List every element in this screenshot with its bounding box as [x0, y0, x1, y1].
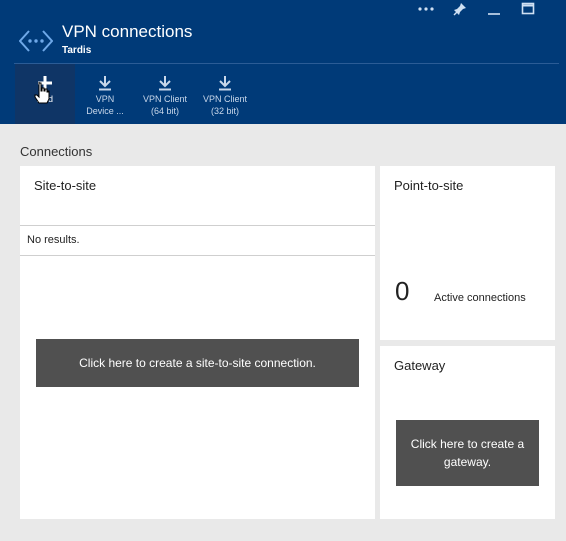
page-subtitle: Tardis: [62, 45, 92, 56]
page-title: VPN connections: [62, 22, 193, 41]
download-icon: [219, 76, 231, 91]
vpn-device-button[interactable]: VPN Device ...: [75, 64, 135, 124]
maximize-icon[interactable]: [515, 0, 541, 18]
point-to-site-title: Point-to-site: [394, 178, 464, 193]
divider: [20, 255, 375, 256]
more-icon[interactable]: [413, 0, 439, 18]
gateway-title: Gateway: [394, 358, 446, 373]
create-gateway-button[interactable]: Click here to create a gateway.: [396, 420, 539, 486]
divider: [20, 225, 375, 226]
vpn-client-32-button[interactable]: VPN Client (32 bit): [195, 64, 255, 124]
no-results-text: No results.: [27, 234, 80, 246]
site-to-site-panel[interactable]: Site-to-site No results. Click here to c…: [20, 166, 375, 519]
minimize-icon[interactable]: [481, 0, 507, 18]
vpn-device-label: VPN Device ...: [86, 94, 124, 116]
blade-header: VPN connections Tardis Add VPN Device ..…: [0, 0, 566, 124]
vpn-icon: [19, 30, 53, 52]
hand-cursor-icon: [34, 82, 50, 104]
vpn-client-32-label: VPN Client (32 bit): [202, 94, 247, 116]
active-connections-label: Active connections: [434, 292, 526, 304]
site-to-site-title: Site-to-site: [34, 178, 97, 193]
connections-label: Connections: [20, 144, 93, 159]
pin-icon[interactable]: [447, 0, 473, 18]
download-icon: [99, 76, 111, 91]
create-site-to-site-button[interactable]: Click here to create a site-to-site conn…: [36, 339, 359, 387]
gateway-panel[interactable]: Gateway Click here to create a gateway.: [380, 346, 555, 519]
vpn-client-64-button[interactable]: VPN Client (64 bit): [135, 64, 195, 124]
download-icon: [159, 76, 171, 91]
point-to-site-panel[interactable]: Point-to-site 0 Active connections: [380, 166, 555, 340]
active-connections-count: 0: [395, 276, 410, 306]
vpn-client-64-label: VPN Client (64 bit): [142, 94, 187, 116]
